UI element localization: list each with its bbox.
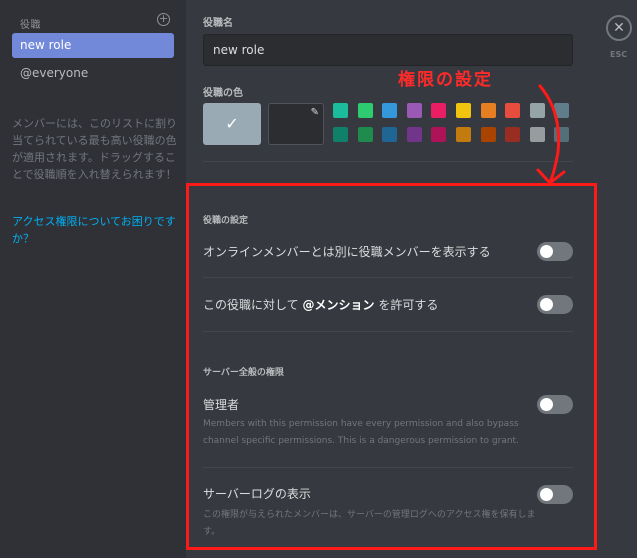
color-swatch[interactable]	[333, 103, 348, 118]
audit-log-description: この権限が与えられたメンバーは、サーバーの管理ログへのアクセス権を保有します。	[203, 510, 536, 537]
role-name-label: 役職名	[203, 18, 233, 29]
administrator-description: Members with this permission have every …	[203, 419, 519, 446]
role-item-everyone[interactable]: @everyone	[12, 61, 174, 86]
roles-header-label: 役職	[20, 20, 41, 31]
role-settings-title: 役職の設定	[203, 216, 249, 226]
annotation-label: 権限の設定	[398, 70, 493, 90]
annotation-arrow-icon	[536, 84, 566, 185]
mention-label-bold: @メンション	[302, 298, 375, 312]
eyedropper-icon: ✎	[310, 107, 319, 118]
audit-log-label: サーバーログの表示	[203, 487, 311, 501]
role-color-label: 役職の色	[203, 88, 243, 99]
esc-label: ESC	[610, 50, 628, 59]
divider	[203, 277, 573, 278]
roles-sidebar: 役職 + new role @everyone メンバーには、このリストに割り当…	[0, 0, 186, 558]
administrator-label: 管理者	[203, 398, 240, 412]
color-swatch[interactable]	[456, 127, 471, 142]
plus-circle-icon[interactable]: +	[157, 13, 170, 26]
permissions-help-link[interactable]: アクセス権限についてお困りですか？	[12, 213, 182, 247]
color-swatch[interactable]	[382, 103, 398, 118]
color-swatch[interactable]	[406, 103, 422, 118]
color-swatch[interactable]	[456, 103, 471, 118]
hoist-toggle[interactable]	[537, 242, 573, 261]
color-swatch[interactable]	[333, 127, 348, 142]
roles-header: 役職 +	[20, 13, 170, 31]
check-icon: ✓	[225, 114, 239, 133]
color-swatch[interactable]	[431, 103, 447, 118]
general-permissions-title: サーバー全般の権限	[203, 368, 284, 378]
color-swatch[interactable]	[382, 127, 398, 142]
mention-toggle[interactable]	[537, 295, 573, 314]
role-name-input[interactable]	[203, 34, 573, 66]
administrator-toggle[interactable]	[537, 395, 573, 414]
mention-label-prefix: この役職に対して	[203, 298, 299, 312]
audit-log-toggle[interactable]	[537, 485, 573, 504]
close-icon[interactable]: ✕	[606, 15, 632, 41]
mention-label-suffix: を許可する	[378, 298, 439, 312]
roles-description: メンバーには、このリストに割り当てられている最も高い役職の色が適用されます。ドラ…	[12, 117, 177, 181]
hoist-label: オンラインメンバーとは別に役職メンバーを表示する	[203, 245, 491, 259]
divider	[203, 467, 573, 468]
color-swatch[interactable]	[431, 127, 447, 142]
default-color-swatch[interactable]: ✓	[203, 103, 261, 145]
color-swatch[interactable]	[357, 127, 373, 142]
mention-label: この役職に対して @メンション を許可する	[203, 296, 438, 313]
color-swatch[interactable]	[357, 103, 373, 118]
color-swatch[interactable]	[406, 127, 422, 142]
role-item-new-role[interactable]: new role	[12, 33, 174, 58]
custom-color-swatch[interactable]: ✎	[268, 103, 324, 145]
divider	[203, 331, 573, 332]
